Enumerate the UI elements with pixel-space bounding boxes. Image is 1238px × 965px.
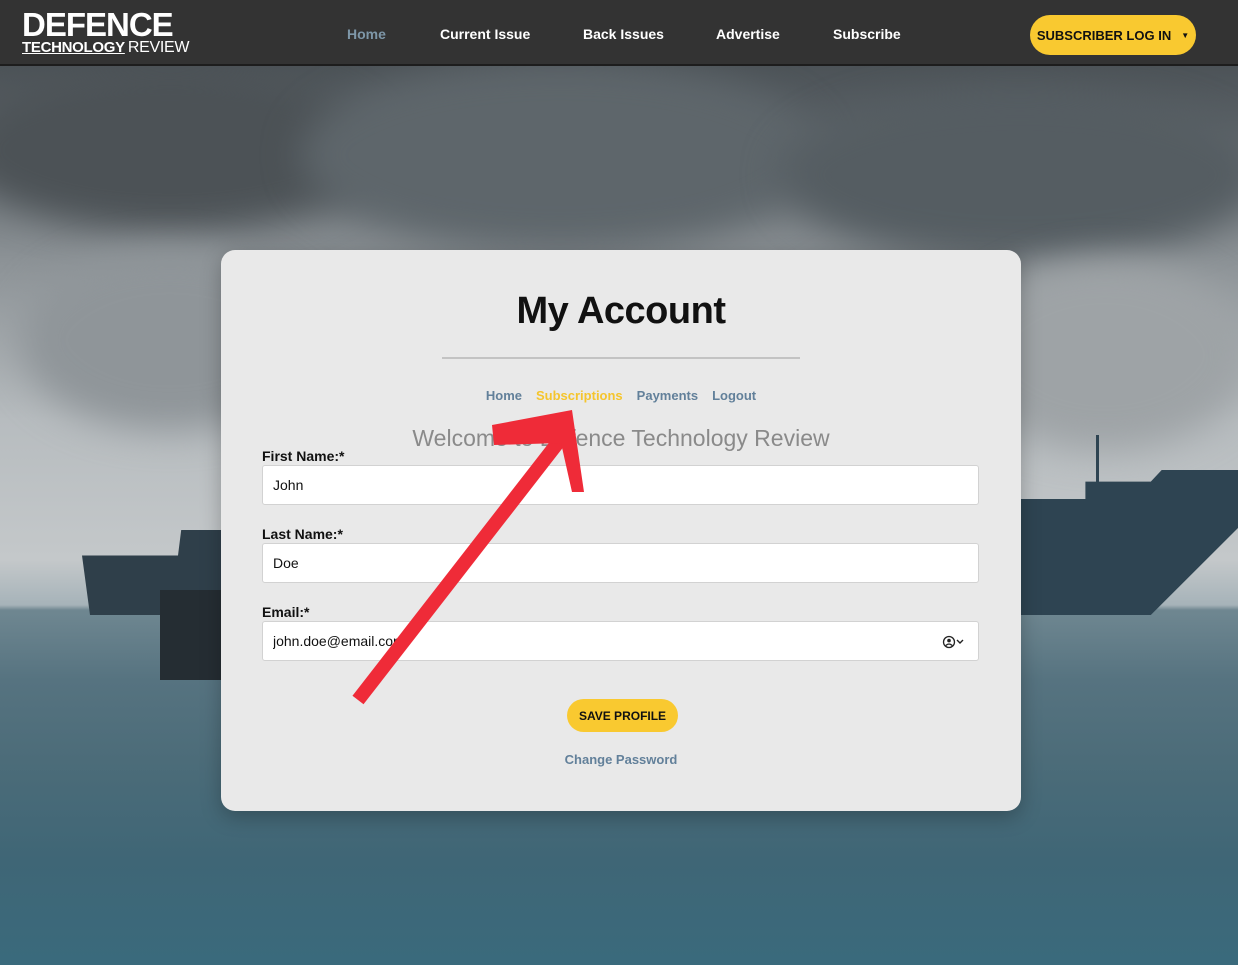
- subnav-logout[interactable]: Logout: [712, 388, 756, 403]
- last-name-label: Last Name:*: [262, 526, 343, 542]
- save-profile-button[interactable]: SAVE PROFILE: [567, 699, 678, 732]
- email-field[interactable]: [262, 621, 979, 661]
- title-divider: [442, 357, 800, 359]
- first-name-label: First Name:*: [262, 448, 345, 464]
- page-title: My Account: [516, 290, 726, 332]
- login-button-label: SUBSCRIBER LOG IN: [1036, 27, 1172, 43]
- subnav-subscriptions[interactable]: Subscriptions: [536, 388, 623, 403]
- caret-down-icon: ▼: [1181, 30, 1190, 40]
- site-logo[interactable]: DEFENCE TECHNOLOGY REVIEW: [22, 6, 200, 58]
- subscriber-login-button[interactable]: SUBSCRIBER LOG IN ▼: [1030, 15, 1196, 55]
- subnav-payments[interactable]: Payments: [637, 388, 698, 403]
- nav-current-issue[interactable]: Current Issue: [440, 26, 530, 42]
- logo-line2: TECHNOLOGY REVIEW: [22, 39, 200, 57]
- email-label: Email:*: [262, 604, 310, 620]
- nav-home[interactable]: Home: [347, 26, 386, 42]
- site-header: DEFENCE TECHNOLOGY REVIEW Home Current I…: [0, 0, 1238, 66]
- account-card: My Account Home Subscriptions Payments L…: [221, 250, 1021, 811]
- subnav-home[interactable]: Home: [486, 388, 522, 403]
- logo-technology: TECHNOLOGY: [22, 39, 125, 56]
- first-name-field[interactable]: [262, 465, 979, 505]
- contact-card-icon[interactable]: [942, 635, 966, 652]
- nav-back-issues[interactable]: Back Issues: [583, 26, 664, 42]
- nav-subscribe[interactable]: Subscribe: [833, 26, 901, 42]
- logo-review: REVIEW: [127, 39, 190, 56]
- account-subnav: Home Subscriptions Payments Logout: [221, 388, 1021, 403]
- boat-left: [160, 590, 230, 680]
- last-name-field[interactable]: [262, 543, 979, 583]
- nav-advertise[interactable]: Advertise: [716, 26, 780, 42]
- logo-line1: DEFENCE: [22, 6, 174, 43]
- ship-right: [1020, 470, 1238, 615]
- change-password-link[interactable]: Change Password: [221, 752, 1021, 767]
